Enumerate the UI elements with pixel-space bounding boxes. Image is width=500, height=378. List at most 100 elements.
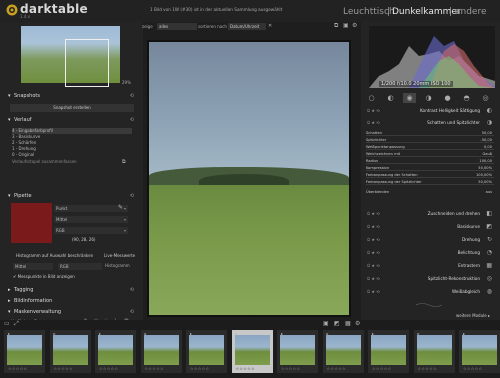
rating-stars[interactable]: ☆☆☆☆☆ (190, 366, 209, 371)
filmstrip-thumbnail[interactable]: ▸ ☆☆☆☆☆ (186, 330, 227, 373)
rating-stars[interactable]: ☆☆☆☆☆ (145, 366, 164, 371)
tab-basic-group[interactable]: ◉ (403, 93, 416, 103)
module-shadows-highlights[interactable]: ⏻ ★ ⟲ Schatten und Spitzlichter ◑ (363, 118, 498, 127)
rating-stars[interactable]: ☆☆☆☆☆ (372, 366, 391, 371)
filmstrip-thumbnail[interactable]: ▸ ☆☆☆☆☆ (49, 330, 91, 373)
power-icon[interactable]: ⏻ ★ ⟲ (367, 261, 380, 270)
section-tagging[interactable]: ▸ Tagging ⟲ (8, 287, 136, 295)
filmstrip-thumbnail[interactable]: ▸ ☆☆☆☆☆ (140, 330, 182, 373)
power-icon[interactable]: ⏻ ★ ⟲ (367, 209, 380, 218)
rating-stars[interactable]: ☆☆☆☆☆ (418, 366, 437, 371)
rating-stars[interactable]: ☆☆☆☆☆ (99, 366, 118, 371)
compress-history-button[interactable]: Verlaufsstapel zusammenfassen (12, 159, 132, 165)
rating-stars[interactable]: ☆☆☆☆☆ (54, 366, 73, 371)
restrict-histogram-toggle[interactable]: Histogramm auf Auswahl beschränken (16, 253, 93, 258)
reset-icon[interactable]: ⟲ (130, 287, 134, 293)
module-exposure[interactable]: ⏻ ★ ⟲ Belichtung ◔ (363, 248, 498, 257)
darktable-logo-icon (6, 4, 18, 16)
power-icon[interactable]: ⏻ ★ ⟲ (367, 235, 380, 244)
selection-info: 1 Bild von 1W (#30) ist in der aktuellen… (150, 7, 283, 12)
chevron-down-icon: ▾ (123, 206, 126, 211)
section-color-picker[interactable]: ▾ Pipette ⟲ (8, 193, 136, 201)
slider-radius[interactable]: Radius 100,00 (366, 158, 494, 164)
power-icon[interactable]: ⏻ ★ ⟲ (367, 118, 380, 127)
main-image[interactable] (147, 40, 351, 317)
more-modules-button[interactable]: weitere Module ▸ (456, 313, 490, 318)
history-item[interactable]: 0 - Original (12, 152, 132, 158)
module-crop-rotate[interactable]: ⏻ ★ ⟲ Zuschneiden und drehen ◧ (363, 209, 498, 218)
tab-active-modules[interactable]: ○ (365, 93, 378, 103)
rating-stars[interactable]: ☆☆☆☆☆ (8, 366, 27, 371)
live-samples-label[interactable]: Live-Messwerte (104, 253, 135, 258)
section-snapshots[interactable]: ▾ Snapshots ⟲ (8, 93, 136, 101)
grouping-icon[interactable]: ▣ (343, 22, 349, 29)
navigation-thumbnail[interactable] (21, 26, 120, 87)
slider-highlights-color-adjust[interactable]: Farbanpassung der Spitzlichter 50,00% (366, 179, 494, 185)
sample-stat-select[interactable]: Mittel (13, 263, 53, 270)
histogram[interactable]: 1/200 f/10.0 20mm ISO 100 (369, 26, 495, 88)
module-white-balance[interactable]: ⏻ ★ ⟲ Weißabgleich ◍ (363, 287, 498, 296)
reset-icon[interactable]: ⟲ (130, 117, 134, 123)
filmstrip-thumbnail[interactable]: ▸ ☆☆☆☆☆ (4, 330, 45, 373)
select-blend-mode[interactable]: Überblenden aus (366, 189, 494, 195)
module-contrast-brightness-saturation[interactable]: ⏻ ★ ⟲ Kontrast Helligkeit Sättigung ◐ (363, 106, 498, 115)
slider-shadows[interactable]: Schatten 50,00 (366, 130, 494, 136)
sort-direction-icon[interactable]: ✕ (268, 23, 272, 29)
slider-highlights[interactable]: Spitzlichter -50,00 (366, 137, 494, 143)
slider-white-point[interactable]: Weißpunktanpassung 0,00 (366, 144, 494, 150)
create-snapshot-button[interactable]: Snapshot erstellen (10, 104, 134, 112)
filmstrip-thumbnail[interactable]: ▸ ☆☆☆☆☆ (459, 330, 500, 373)
tab-color-group[interactable]: ● (441, 93, 454, 103)
picker-mode-select[interactable]: Punkt ▾ (54, 205, 128, 212)
filmstrip-thumbnail[interactable]: ▸ ☆☆☆☆☆ (322, 330, 364, 373)
filmstrip-thumbnail[interactable]: ▸ ☆☆☆☆☆ (95, 330, 136, 373)
navigation-viewport-rect[interactable] (65, 39, 109, 87)
app-version: 1.4.x (20, 14, 30, 19)
filter-select[interactable]: alles (157, 23, 197, 30)
picker-space-select[interactable]: RGB ▾ (54, 227, 128, 234)
tab-effect-group[interactable]: ◎ (479, 93, 492, 103)
styles-icon[interactable]: ⧉ (334, 22, 338, 30)
slider-compression[interactable]: Kompression 50,00% (366, 165, 494, 171)
power-icon[interactable]: ⏻ ★ ⟲ (367, 287, 380, 296)
section-mask-manager[interactable]: ▾ Maskenverwaltung ⟲ (8, 309, 136, 317)
view-other[interactable]: andere (455, 7, 487, 17)
tab-favorites[interactable]: ◐ (384, 93, 397, 103)
preferences-gear-icon[interactable]: ⚙ (352, 22, 357, 29)
reset-icon[interactable]: ⟲ (130, 309, 134, 315)
chevron-down-icon: ▾ (123, 217, 126, 222)
filmstrip-thumbnail[interactable]: ▸ ☆☆☆☆☆ (231, 330, 273, 373)
show-samples-checkbox[interactable]: ✔ Messpunkte in Bild anzeigen (13, 274, 75, 279)
color-picker-icon[interactable]: ✎ (118, 204, 123, 211)
select-soften-with[interactable]: Weichzeichnen mit Gauß (366, 151, 494, 157)
rating-stars[interactable]: ☆☆☆☆☆ (281, 366, 300, 371)
sample-histogram-toggle[interactable]: Histogramm (105, 263, 130, 268)
rating-stars[interactable]: ☆☆☆☆☆ (236, 366, 255, 371)
section-history[interactable]: ▾ Verlauf ⟲ (8, 117, 136, 125)
power-icon[interactable]: ⏻ ★ ⟲ (367, 106, 380, 115)
filmstrip-thumbnail[interactable]: ▸ ☆☆☆☆☆ (277, 330, 318, 373)
module-demosaic[interactable]: ⏻ ★ ⟲ Entrastern ▦ (363, 261, 498, 270)
navigation-zoom[interactable]: 29% (122, 80, 131, 85)
reset-icon[interactable]: ⟲ (130, 193, 134, 199)
power-icon[interactable]: ⏻ ★ ⟲ (367, 274, 380, 283)
rating-stars[interactable]: ☆☆☆☆☆ (463, 366, 482, 371)
filmstrip-thumbnail[interactable]: ▸ ☆☆☆☆☆ (413, 330, 455, 373)
history-style-icon[interactable]: ⧉ (122, 159, 126, 165)
power-icon[interactable]: ⏻ ★ ⟲ (367, 222, 380, 231)
tab-tone-group[interactable]: ◑ (422, 93, 435, 103)
module-rotation[interactable]: ⏻ ★ ⟲ Drehung ↻ (363, 235, 498, 244)
filmstrip-thumbnail[interactable]: ▸ ☆☆☆☆☆ (368, 330, 409, 373)
module-base-curve[interactable]: ⏻ ★ ⟲ Basiskurve ◩ (363, 222, 498, 231)
section-image-information[interactable]: ▸ Bildinformation (8, 298, 136, 306)
reset-icon[interactable]: ⟲ (130, 93, 134, 99)
tab-correct-group[interactable]: ◓ (460, 93, 473, 103)
sample-model-select[interactable]: RGB (58, 263, 102, 270)
sort-select[interactable]: Datum/Uhrzeit (228, 23, 266, 30)
slider-shadows-color-adjust[interactable]: Farbanpassung der Schatten 100,00% (366, 172, 494, 178)
curve-icon: ◩ (486, 223, 492, 230)
picker-source-select[interactable]: Mittel ▾ (54, 216, 128, 223)
power-icon[interactable]: ⏻ ★ ⟲ (367, 248, 380, 257)
module-highlight-reconstruction[interactable]: ⏻ ★ ⟲ Spitzlicht-Rekonstruktion ◎ (363, 274, 498, 283)
rating-stars[interactable]: ☆☆☆☆☆ (327, 366, 346, 371)
